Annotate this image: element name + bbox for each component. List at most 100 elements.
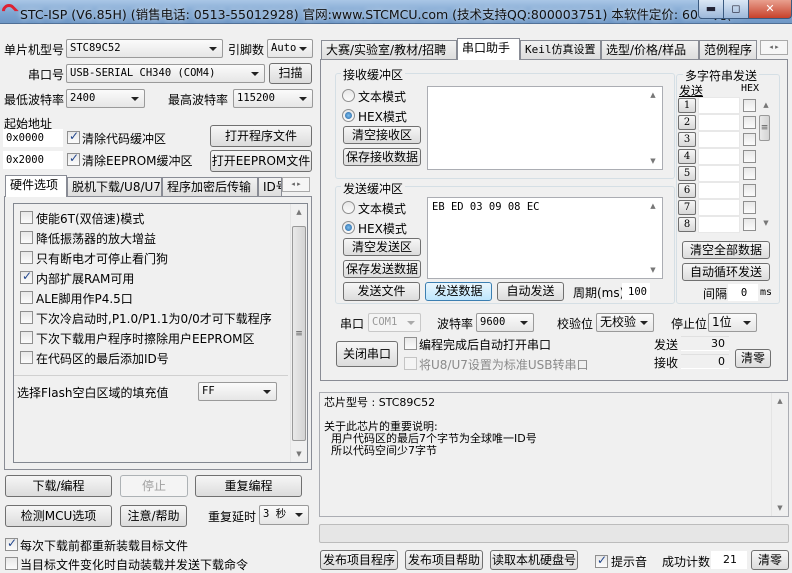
repeat-program-button[interactable]: 重复编程 [195, 475, 302, 497]
usb-serial-checkbox[interactable] [404, 357, 417, 370]
multi-send-row-button[interactable]: 6 [678, 183, 696, 198]
tab-serial-assistant[interactable]: 串口助手 [457, 38, 520, 60]
send-hex-mode-radio[interactable] [342, 221, 355, 234]
multi-send-row-button[interactable]: 2 [678, 115, 696, 130]
scroll-down-icon[interactable]: ▼ [772, 500, 788, 516]
tab-offline-download[interactable]: 脱机下载/U8/U7 [67, 177, 162, 197]
tab-keil-settings[interactable]: Keil仿真设置 [520, 40, 601, 60]
save-receive-button[interactable]: 保存接收数据 [343, 148, 421, 166]
scroll-thumb[interactable]: ≡ [759, 115, 770, 141]
scroll-down-icon[interactable]: ▼ [758, 215, 774, 231]
options-scrollbar[interactable]: ▲ ≡ ▼ [290, 204, 307, 462]
scroll-down-icon[interactable]: ▼ [645, 262, 661, 278]
save-send-button[interactable]: 保存发送数据 [343, 260, 421, 278]
scroll-up-icon[interactable]: ▲ [645, 87, 661, 103]
option-checkbox[interactable] [20, 231, 33, 244]
option-checkbox[interactable] [20, 311, 33, 324]
multi-hex-checkbox[interactable] [743, 150, 756, 163]
send-data-button[interactable]: 发送数据 [425, 282, 492, 301]
multi-string-input[interactable] [698, 165, 740, 182]
recv-text-mode-radio[interactable] [342, 89, 355, 102]
stop-button[interactable]: 停止 [120, 475, 188, 497]
scroll-up-icon[interactable]: ▲ [645, 198, 661, 214]
multi-send-row-button[interactable]: 7 [678, 200, 696, 215]
multi-string-input[interactable] [698, 97, 740, 114]
multi-string-input[interactable] [698, 148, 740, 165]
maximize-button[interactable]: ◻ [723, 0, 749, 19]
multi-send-row-button[interactable]: 3 [678, 132, 696, 147]
multi-send-row-button[interactable]: 8 [678, 217, 696, 232]
close-button[interactable]: ✕ [748, 0, 792, 19]
multi-hex-checkbox[interactable] [743, 133, 756, 146]
multi-hex-checkbox[interactable] [743, 218, 756, 231]
max-baud-select[interactable]: 115200 [233, 89, 313, 108]
minimize-button[interactable]: ▬ [698, 0, 724, 19]
baud-select[interactable]: 9600 [476, 313, 534, 332]
mcu-select[interactable]: STC89C52 [66, 39, 223, 58]
multi-send-row-button[interactable]: 4 [678, 149, 696, 164]
publish-help-button[interactable]: 发布项目帮助 [405, 550, 483, 570]
clear-eeprom-checkbox[interactable] [67, 151, 80, 166]
send-textarea[interactable]: EB ED 03 09 08 EC [427, 197, 663, 279]
tab-contest[interactable]: 大赛/实验室/教材/招聘 [321, 40, 457, 60]
reset-counter-button[interactable]: 清零 [735, 349, 771, 368]
reset-success-button[interactable]: 清零 [751, 550, 789, 570]
multi-send-row-button[interactable]: 5 [678, 166, 696, 181]
tab-selection-price[interactable]: 选型/价格/样品 [601, 40, 699, 60]
right-tab-scroll-arrows[interactable]: ◂ ▸ [760, 40, 788, 55]
multi-send-row-button[interactable]: 1 [678, 98, 696, 113]
clear-code-checkbox[interactable] [67, 129, 80, 144]
option-checkbox[interactable] [20, 211, 33, 224]
option-checkbox[interactable] [20, 351, 33, 364]
multi-hex-checkbox[interactable] [743, 116, 756, 129]
clear-receive-button[interactable]: 清空接收区 [343, 126, 421, 144]
parity-select[interactable]: 无校验 [596, 313, 654, 332]
tab-examples[interactable]: 范例程序 [699, 40, 757, 60]
tab-id[interactable]: ID号 [258, 177, 282, 197]
multi-string-input[interactable] [698, 216, 740, 233]
scroll-up-icon[interactable]: ▲ [772, 393, 788, 409]
send-scrollbar[interactable]: ▲ ▼ [645, 198, 662, 278]
send-file-button[interactable]: 发送文件 [343, 282, 420, 301]
fill-value-select[interactable]: FF [198, 382, 277, 401]
multi-hex-checkbox[interactable] [743, 99, 756, 112]
scroll-down-icon[interactable]: ▼ [291, 446, 307, 462]
receive-scrollbar[interactable]: ▲ ▼ [645, 87, 662, 169]
multi-string-input[interactable] [698, 199, 740, 216]
close-serial-button[interactable]: 关闭串口 [336, 341, 398, 367]
auto-send-download-checkbox[interactable] [5, 557, 18, 570]
clear-send-button[interactable]: 清空发送区 [343, 238, 421, 256]
option-checkbox[interactable] [20, 291, 33, 304]
min-baud-select[interactable]: 2400 [66, 89, 145, 108]
eeprom-address-input[interactable]: 0x2000 [3, 151, 63, 169]
interval-input[interactable]: 0 [728, 284, 758, 301]
multi-hex-checkbox[interactable] [743, 167, 756, 180]
serial-port-select[interactable]: COM1 [368, 313, 421, 332]
option-checkbox[interactable] [20, 331, 33, 344]
option-checkbox[interactable] [20, 269, 33, 284]
info-scrollbar[interactable]: ▲ ▼ [771, 393, 788, 516]
open-program-button[interactable]: 打开程序文件 [210, 125, 312, 147]
auto-loop-send-button[interactable]: 自动循环发送 [682, 263, 770, 281]
scan-button[interactable]: 扫描 [269, 63, 312, 84]
code-address-input[interactable]: 0x0000 [3, 129, 63, 147]
help-button[interactable]: 注意/帮助 [120, 505, 187, 527]
auto-send-button[interactable]: 自动发送 [497, 282, 564, 301]
scroll-up-icon[interactable]: ▲ [758, 97, 774, 113]
multi-string-input[interactable] [698, 131, 740, 148]
tab-hardware-options[interactable]: 硬件选项 [5, 175, 67, 197]
multi-string-input[interactable] [698, 182, 740, 199]
receive-textarea[interactable] [427, 86, 663, 170]
option-checkbox[interactable] [20, 251, 33, 264]
scroll-down-icon[interactable]: ▼ [645, 153, 661, 169]
multi-hex-checkbox[interactable] [743, 201, 756, 214]
multi-string-input[interactable] [698, 114, 740, 131]
period-input[interactable]: 100 [622, 283, 650, 300]
scroll-up-icon[interactable]: ▲ [291, 204, 307, 220]
open-eeprom-button[interactable]: 打开EEPROM文件 [210, 150, 312, 172]
auto-open-serial-checkbox[interactable] [404, 337, 417, 350]
repeat-delay-select[interactable]: 3 秒 [259, 505, 309, 525]
scroll-thumb[interactable]: ≡ [292, 226, 306, 441]
clear-all-data-button[interactable]: 清空全部数据 [682, 241, 770, 259]
reload-checkbox[interactable] [5, 536, 18, 551]
